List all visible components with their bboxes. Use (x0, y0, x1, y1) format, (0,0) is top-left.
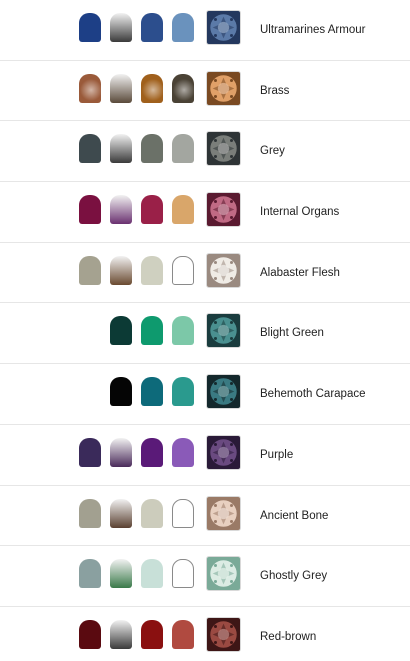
armour-swatch-icon[interactable] (206, 495, 241, 531)
scheme-label: Ultramarines Armour (260, 24, 366, 36)
paint-pot-icon[interactable] (110, 255, 132, 285)
scheme-label: Brass (260, 84, 290, 97)
paint-pot-icon[interactable] (141, 498, 163, 528)
paint-pot-icon[interactable] (172, 134, 194, 164)
armour-swatch-icon[interactable] (206, 192, 241, 228)
paint-pot-icon[interactable] (141, 619, 163, 649)
paint-pot-icon[interactable] (79, 195, 101, 225)
scheme-row[interactable]: Alabaster Flesh (0, 243, 410, 304)
paint-pot-icon[interactable] (110, 134, 132, 164)
paint-pot-icon[interactable] (141, 134, 163, 164)
paint-pot-icon[interactable] (172, 316, 194, 346)
paint-pot-icon[interactable] (141, 559, 163, 589)
scheme-row[interactable]: Purple (0, 425, 410, 486)
paint-pot-icon[interactable] (79, 255, 101, 285)
scheme-label: Red-brown (260, 630, 317, 643)
paint-pot-icon[interactable] (172, 195, 194, 225)
paint-pot-icon[interactable] (141, 437, 163, 467)
paint-pot-icon[interactable] (172, 498, 194, 528)
scheme-row[interactable]: Blight Green (0, 303, 410, 365)
armour-swatch-icon[interactable] (206, 10, 241, 45)
paint-pot-icon[interactable] (110, 619, 132, 649)
paint-pot-icon[interactable] (79, 13, 101, 42)
paint-scheme-list: Ultramarines Armour Brass Grey Internal Org… (0, 0, 410, 661)
paint-pot-icon[interactable] (141, 73, 163, 103)
paint-pot-icon[interactable] (141, 195, 163, 225)
paint-pot-icon[interactable] (172, 559, 194, 589)
scheme-label: Blight Green (260, 327, 324, 340)
paint-pot-icon[interactable] (79, 134, 101, 164)
armour-swatch-icon[interactable] (206, 252, 241, 288)
paint-pot-icon[interactable] (172, 619, 194, 649)
armour-swatch-icon[interactable] (206, 616, 241, 652)
scheme-row[interactable]: Grey (0, 121, 410, 183)
paint-pot-icon[interactable] (172, 377, 194, 407)
paint-pot-icon[interactable] (110, 559, 132, 589)
scheme-label: Ancient Bone (260, 509, 329, 522)
paint-pot-icon[interactable] (141, 13, 163, 42)
scheme-label: Internal Organs (260, 206, 340, 219)
armour-swatch-icon[interactable] (206, 434, 241, 470)
paint-pot-icon[interactable] (141, 316, 163, 346)
paint-pot-icon[interactable] (172, 13, 194, 42)
paint-pot-icon[interactable] (141, 377, 163, 407)
paint-pot-icon[interactable] (110, 13, 132, 42)
paint-pot-icon[interactable] (79, 498, 101, 528)
scheme-row[interactable]: Ghostly Grey (0, 546, 410, 607)
paint-pot-icon[interactable] (79, 437, 101, 467)
armour-swatch-icon[interactable] (206, 70, 241, 106)
scheme-label: Behemoth Carapace (260, 388, 366, 401)
paint-pot-icon[interactable] (110, 437, 132, 467)
scheme-row[interactable]: Internal Organs (0, 182, 410, 243)
scheme-label: Grey (260, 145, 285, 158)
paint-pot-icon[interactable] (79, 559, 101, 589)
scheme-label: Ghostly Grey (260, 570, 328, 583)
paint-pot-icon[interactable] (110, 73, 132, 103)
scheme-label: Purple (260, 448, 294, 461)
scheme-row[interactable]: Brass (0, 61, 410, 122)
scheme-row[interactable]: Red-brown (0, 607, 410, 661)
armour-swatch-icon[interactable] (206, 556, 241, 592)
armour-swatch-icon[interactable] (206, 131, 241, 167)
scheme-row[interactable]: Behemoth Carapace (0, 364, 410, 425)
paint-pot-icon[interactable] (110, 316, 132, 346)
paint-pot-icon[interactable] (110, 377, 132, 407)
paint-pot-icon[interactable] (79, 73, 101, 103)
paint-pot-icon[interactable] (172, 73, 194, 103)
paint-pot-icon[interactable] (79, 619, 101, 649)
scheme-label: Alabaster Flesh (260, 266, 340, 279)
paint-pot-icon[interactable] (110, 195, 132, 225)
armour-swatch-icon[interactable] (206, 313, 241, 349)
paint-pot-icon[interactable] (110, 498, 132, 528)
paint-pot-icon[interactable] (172, 255, 194, 285)
paint-pot-icon[interactable] (141, 255, 163, 285)
armour-swatch-icon[interactable] (206, 374, 241, 410)
scheme-row[interactable]: Ultramarines Armour (0, 0, 410, 61)
paint-pot-icon[interactable] (172, 437, 194, 467)
scheme-row[interactable]: Ancient Bone (0, 486, 410, 547)
